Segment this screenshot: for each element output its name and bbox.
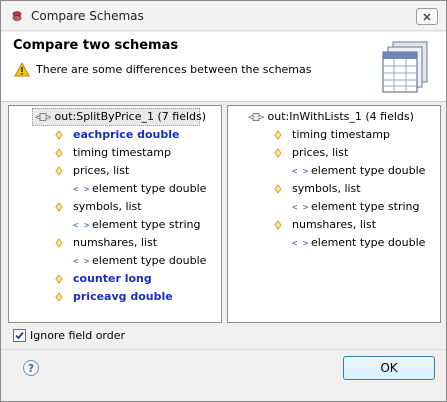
- element-brackets-icon: < >: [292, 239, 308, 248]
- right-root-node[interactable]: < > out:InWithLists_1 (4 fields): [248, 109, 414, 125]
- field-diamond-icon: [55, 130, 63, 140]
- element-type-row[interactable]: < > element type double: [73, 181, 206, 197]
- close-button[interactable]: [416, 8, 438, 25]
- element-brackets-icon: < >: [73, 185, 89, 194]
- field-label: element type string: [311, 200, 420, 213]
- field-row[interactable]: numshares, list: [55, 235, 157, 251]
- field-row[interactable]: priceavg double: [55, 289, 173, 305]
- ignore-field-order-checkbox[interactable]: [13, 329, 26, 342]
- field-row[interactable]: prices, list: [55, 163, 129, 179]
- field-row[interactable]: numshares, list: [274, 217, 376, 233]
- field-row[interactable]: prices, list: [274, 145, 348, 161]
- checkmark-icon: [15, 331, 24, 340]
- help-icon: ?: [27, 361, 35, 375]
- compare-schemas-app-icon: [12, 11, 22, 21]
- left-root-node[interactable]: < > out:SplitByPrice_1 (7 fields): [35, 109, 206, 125]
- compare-schemas-dialog: Compare Schemas Compare two schemas Ther…: [0, 0, 447, 402]
- field-label: element type string: [92, 218, 201, 231]
- element-brackets-icon: < >: [73, 257, 89, 266]
- field-diamond-icon: [55, 202, 63, 212]
- element-type-row[interactable]: < > element type double: [292, 163, 425, 179]
- svg-text:>: >: [46, 113, 51, 122]
- title-bar: Compare Schemas: [1, 1, 446, 31]
- field-label: element type double: [311, 164, 426, 177]
- different-field-label: eachprice double: [73, 128, 180, 141]
- window-title: Compare Schemas: [31, 9, 144, 23]
- svg-text:< >: < >: [292, 203, 308, 212]
- field-label: symbols, list: [73, 200, 142, 213]
- field-label: element type double: [92, 182, 207, 195]
- field-row[interactable]: symbols, list: [55, 199, 142, 215]
- svg-text:< >: < >: [292, 167, 308, 176]
- field-diamond-icon: [274, 184, 282, 194]
- left-root-label: out:SplitByPrice_1 (7 fields): [54, 110, 207, 123]
- element-brackets-icon: < >: [73, 221, 89, 230]
- help-button[interactable]: ?: [23, 360, 39, 376]
- schema-root-icon: < >: [35, 113, 51, 122]
- footer-divider: [1, 349, 446, 350]
- element-type-row[interactable]: < > element type double: [73, 253, 206, 269]
- right-schema-tree[interactable]: < > out:InWithLists_1 (4 fields) timing …: [227, 105, 441, 323]
- field-row[interactable]: timing timestamp: [55, 145, 171, 161]
- dialog-heading: Compare two schemas: [13, 38, 179, 53]
- field-diamond-icon: [55, 274, 63, 284]
- field-label: symbols, list: [292, 182, 361, 195]
- field-label: prices, list: [73, 164, 130, 177]
- svg-text:< >: < >: [73, 185, 89, 194]
- svg-text:< >: < >: [73, 221, 89, 230]
- field-diamond-icon: [274, 220, 282, 230]
- element-brackets-icon: < >: [292, 167, 308, 176]
- field-label: timing timestamp: [73, 146, 171, 159]
- warning-message: There are some differences between the s…: [36, 63, 312, 76]
- different-field-label: counter long: [73, 272, 152, 285]
- field-diamond-icon: [274, 130, 282, 140]
- schema-comparison-panels: < > out:SplitByPrice_1 (7 fields) eachpr…: [8, 105, 441, 323]
- right-root-label: out:InWithLists_1 (4 fields): [267, 110, 414, 123]
- warning-icon: [14, 62, 30, 77]
- svg-text:>: >: [259, 113, 264, 122]
- element-type-row[interactable]: < > element type double: [292, 235, 425, 251]
- field-diamond-icon: [274, 148, 282, 158]
- field-diamond-icon: [55, 238, 63, 248]
- element-brackets-icon: < >: [292, 203, 308, 212]
- field-row[interactable]: eachprice double: [55, 127, 179, 143]
- svg-text:< >: < >: [73, 257, 89, 266]
- field-row[interactable]: counter long: [55, 271, 152, 287]
- schema-tables-banner-icon: [382, 41, 428, 93]
- different-field-label: priceavg double: [73, 290, 173, 303]
- field-label: timing timestamp: [292, 128, 390, 141]
- field-diamond-icon: [55, 292, 63, 302]
- left-schema-tree[interactable]: < > out:SplitByPrice_1 (7 fields) eachpr…: [8, 105, 222, 323]
- field-label: prices, list: [292, 146, 349, 159]
- element-type-row[interactable]: < > element type string: [292, 199, 420, 215]
- field-row[interactable]: timing timestamp: [274, 127, 390, 143]
- field-label: element type double: [311, 236, 426, 249]
- svg-text:< >: < >: [292, 239, 308, 248]
- field-label: numshares, list: [73, 236, 158, 249]
- field-label: numshares, list: [292, 218, 377, 231]
- ok-button[interactable]: OK: [343, 356, 435, 380]
- ignore-field-order-label[interactable]: Ignore field order: [30, 328, 125, 344]
- close-icon: [423, 12, 431, 21]
- field-diamond-icon: [55, 148, 63, 158]
- schema-root-icon: < >: [248, 113, 264, 122]
- field-label: element type double: [92, 254, 207, 267]
- field-row[interactable]: symbols, list: [274, 181, 361, 197]
- element-type-row[interactable]: < > element type string: [73, 217, 201, 233]
- dialog-header: Compare two schemas There are some diffe…: [1, 32, 446, 102]
- field-diamond-icon: [55, 166, 63, 176]
